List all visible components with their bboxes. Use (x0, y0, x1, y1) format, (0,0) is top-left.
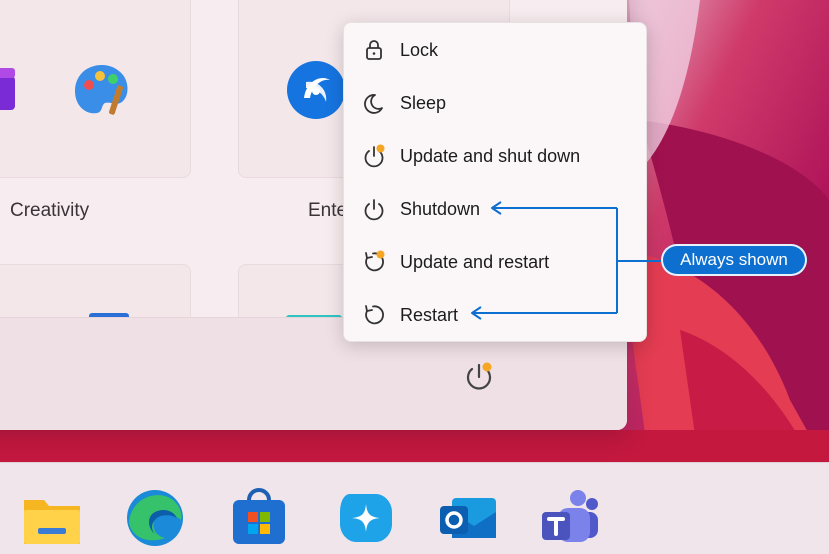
restart-icon (365, 305, 384, 325)
moon-icon (364, 94, 383, 114)
power-icon (364, 199, 384, 221)
outlook-icon[interactable] (438, 488, 498, 548)
category-label-entertainment: Ente (308, 200, 348, 221)
menu-item-label: Lock (400, 39, 439, 60)
update-shutdown-icon (364, 144, 385, 168)
teams-icon[interactable] (540, 488, 600, 548)
menu-item-update-and-restart[interactable]: Update and restart (344, 237, 646, 287)
menu-item-label: Restart (400, 304, 459, 325)
category-tile-creativity[interactable] (0, 0, 191, 178)
category-label-creativity: Creativity (10, 200, 90, 221)
edge-icon[interactable] (125, 488, 185, 548)
menu-item-sleep[interactable]: Sleep (344, 78, 646, 128)
lock-icon (366, 40, 382, 60)
menu-item-restart[interactable]: Restart (344, 290, 646, 340)
copilot-icon[interactable] (336, 488, 396, 548)
menu-item-label: Update and shut down (400, 145, 581, 166)
menu-item-lock[interactable]: Lock (344, 25, 646, 75)
menu-item-label: Update and restart (400, 251, 550, 272)
menu-item-shutdown[interactable]: Shutdown (344, 184, 646, 234)
paint-palette-icon (75, 65, 128, 115)
battlenet-icon (287, 61, 345, 119)
store-icon[interactable] (229, 488, 289, 548)
power-button[interactable] (462, 360, 496, 394)
power-options-menu: Lock Sleep Update and shut down Shutdown… (343, 22, 647, 342)
clapperboard-icon (0, 68, 15, 110)
menu-item-update-and-shut-down[interactable]: Update and shut down (344, 131, 646, 181)
update-restart-icon (365, 250, 385, 272)
always-shown-callout: Always shown (661, 244, 807, 276)
file-explorer-icon[interactable] (22, 488, 82, 548)
menu-item-label: Shutdown (400, 198, 481, 219)
menu-item-label: Sleep (400, 92, 447, 113)
